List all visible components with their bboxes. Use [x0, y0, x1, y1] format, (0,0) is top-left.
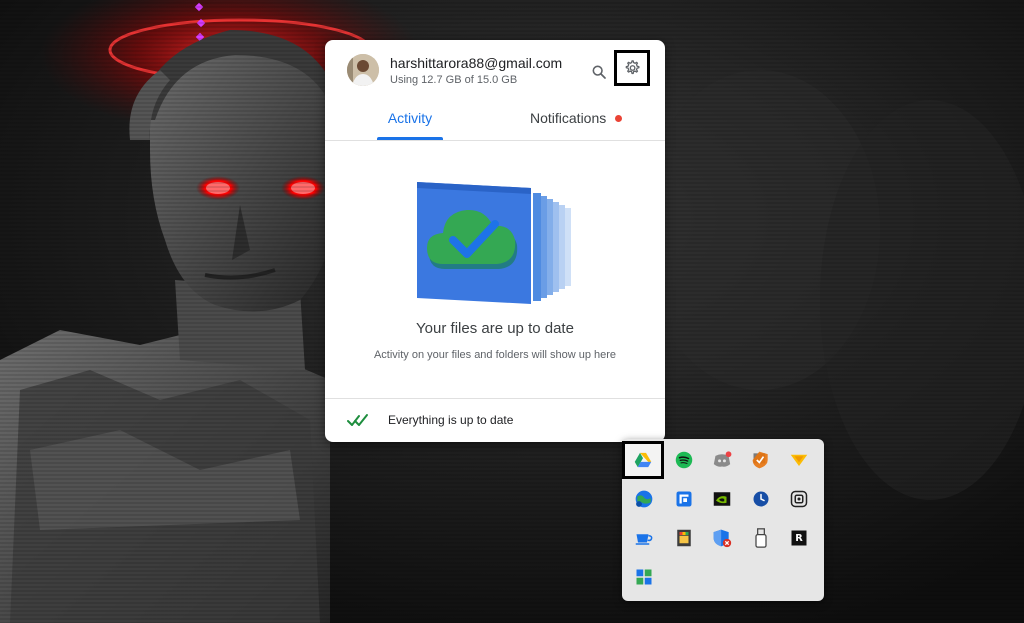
system-tray-overflow: R [622, 439, 824, 601]
tray-security[interactable] [741, 441, 781, 479]
tray-rockstar[interactable]: R [779, 519, 819, 557]
coffee-cup-icon [635, 534, 653, 545]
tray-usb-drive[interactable] [741, 519, 781, 557]
tab-notifications-label: Notifications [530, 110, 607, 126]
storage-usage: Using 12.7 GB of 15.0 GB [390, 74, 518, 86]
google-drive-icon [634, 452, 652, 468]
discord-icon [713, 451, 732, 467]
search-button[interactable] [588, 61, 610, 83]
tab-activity[interactable]: Activity [377, 96, 443, 140]
account-header: harshittarora88@gmail.com Using 12.7 GB … [325, 40, 665, 96]
tray-screenshot-tool[interactable] [779, 480, 819, 518]
tray-app-grid[interactable] [624, 558, 664, 596]
tray-screen-capture[interactable] [664, 480, 704, 518]
tab-notifications[interactable]: Notifications [530, 96, 648, 140]
tray-network-globe[interactable] [624, 480, 664, 518]
sync-status-footer: Everything is up to date [325, 398, 665, 442]
tray-google-drive[interactable] [622, 441, 664, 479]
synced-files-illustration [417, 182, 571, 304]
windows-defender-icon [713, 529, 732, 548]
rockstar-launcher-icon: R [791, 530, 807, 546]
notification-dot-icon [615, 114, 623, 122]
spotify-icon [675, 451, 693, 469]
sync-status-text: Everything is up to date [388, 413, 514, 427]
search-icon [592, 65, 606, 79]
tray-coffee[interactable] [624, 519, 664, 557]
screen-capture-icon [676, 491, 692, 507]
nvidia-icon [713, 492, 731, 506]
status-subtitle: Activity on your files and folders will … [373, 349, 617, 361]
status-title: Your files are up to date [416, 320, 574, 337]
svg-text:R: R [795, 533, 803, 544]
tray-folder-app[interactable] [779, 441, 819, 479]
tray-color-picker[interactable] [664, 519, 704, 557]
tray-spotify[interactable] [664, 441, 704, 479]
app-grid-icon [636, 569, 652, 585]
tray-clock[interactable] [741, 480, 781, 518]
settings-button[interactable] [614, 50, 650, 86]
avatar[interactable] [347, 54, 379, 86]
tab-bar: Activity Notifications [325, 96, 665, 141]
network-globe-icon [635, 490, 653, 508]
avatar-image [347, 54, 379, 86]
usb-drive-icon [755, 528, 767, 548]
double-check-icon [347, 414, 368, 426]
gear-icon [625, 60, 640, 75]
folder-arrow-icon [790, 454, 808, 466]
tray-windows-defender[interactable] [702, 519, 742, 557]
active-tab-indicator [377, 137, 443, 140]
screenshot-tool-icon [790, 490, 808, 508]
tray-nvidia[interactable] [702, 480, 742, 518]
color-picker-icon [677, 529, 691, 547]
tray-discord[interactable] [702, 441, 742, 479]
tab-activity-label: Activity [387, 110, 433, 126]
security-shield-icon [752, 451, 768, 469]
clock-icon [753, 491, 769, 507]
account-email: harshittarora88@gmail.com [390, 55, 563, 71]
drive-popup: harshittarora88@gmail.com Using 12.7 GB … [325, 40, 665, 442]
desktop: harshittarora88@gmail.com Using 12.7 GB … [0, 0, 1024, 623]
